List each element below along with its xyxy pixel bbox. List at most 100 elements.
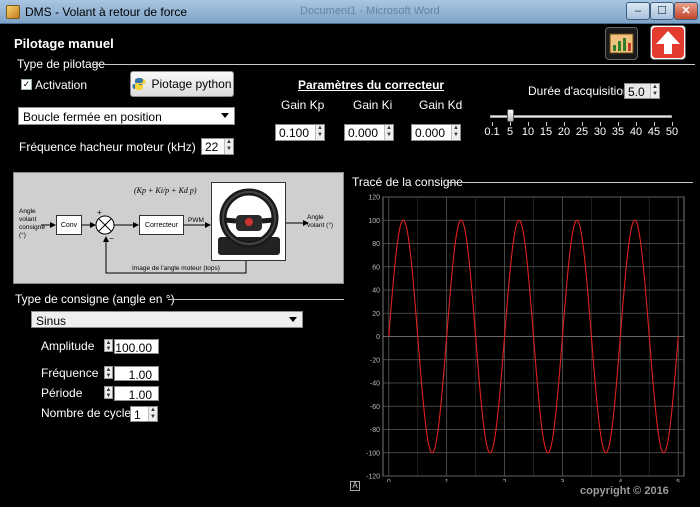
autoscale-button[interactable]: A (350, 481, 360, 491)
arrow-up-icon (652, 27, 684, 58)
y-tick-label: 100 (368, 218, 380, 225)
y-tick-label: -60 (370, 404, 380, 411)
pilotage-section-rule (92, 64, 695, 65)
slider-tick-label: 0.1 (484, 126, 500, 138)
slider-track (490, 115, 672, 118)
python-pilot-button[interactable]: Piotage python (130, 71, 234, 97)
frequence-label: Fréquence (41, 366, 99, 380)
consigne-plot[interactable]: 0 1 2 3 4 5 -120 -100 -80 -60 -40 -20 0 20 40 60 80 100 12… (353, 190, 693, 486)
y-tick-label: -20 (370, 357, 380, 364)
spinner-arrows-icon[interactable]: ▲ ▼ (148, 407, 157, 421)
cycles-value: 1 (134, 408, 141, 422)
minimize-button[interactable]: – (626, 2, 650, 20)
spinner-arrows-icon[interactable]: ▲ ▼ (224, 139, 233, 154)
y-tick-label: 60 (372, 264, 380, 271)
diagram-feedback-label: Image de l'angle moteur (tops) (132, 265, 220, 272)
y-tick-label: -100 (366, 450, 380, 457)
ki-spinner[interactable]: 0.000 ▲ ▼ (344, 124, 394, 141)
cycles-spinner[interactable]: 1 ▲ ▼ (130, 406, 158, 422)
x-tick-label: 0 (387, 479, 391, 482)
periode-input[interactable]: 1.00 (114, 386, 159, 402)
kp-value: 0.100 (279, 126, 310, 140)
python-icon (132, 78, 146, 90)
consigne-section-label: Type de consigne (angle en °) (15, 292, 175, 306)
consigne-section-rule (168, 299, 344, 300)
copyright-text: copyright © 2016 (580, 485, 669, 497)
amplitude-value: 100.00 (115, 341, 152, 355)
slider-tick-label: 30 (593, 126, 607, 138)
diagram-minus-sign: − (109, 234, 114, 243)
x-tick-label: 3 (560, 479, 564, 482)
freq-spinner[interactable]: 22 ▲ ▼ (201, 138, 234, 155)
chevron-down-icon (289, 317, 297, 322)
back-button[interactable] (650, 25, 686, 60)
acquisition-slider[interactable]: 0.1 5 10 15 20 25 30 35 40 45 50 (484, 106, 682, 146)
slider-tick-label: 15 (539, 126, 553, 138)
slider-thumb[interactable] (507, 109, 514, 122)
y-tick-label: 120 (368, 195, 380, 202)
spinner-arrows-icon[interactable]: ▲ ▼ (384, 125, 393, 140)
y-tick-label: 20 (372, 311, 380, 318)
acquisition-value: 5.0 (628, 85, 645, 99)
slider-tick-label: 20 (557, 126, 571, 138)
close-button[interactable]: ✕ (674, 2, 698, 20)
y-tick-label: 80 (372, 241, 380, 248)
slider-tick-label: 45 (647, 126, 661, 138)
frequence-input[interactable]: 1.00 (114, 366, 159, 382)
slider-tick-label: 50 (665, 126, 679, 138)
kp-label: Gain Kp (281, 98, 325, 112)
x-tick-label: 4 (618, 479, 622, 482)
y-tick-label: 0 (376, 334, 380, 341)
correcteur-title: Paramètres du correcteur (298, 78, 445, 92)
diagram-output-label: Angle volant (°) (307, 214, 334, 229)
pilotage-mode-select[interactable]: Boucle fermée en position (18, 107, 235, 125)
slider-tick-label: 35 (611, 126, 625, 138)
window-title: DMS - Volant à retour de force (25, 5, 188, 19)
kd-spinner[interactable]: 0.000 ▲ ▼ (411, 124, 461, 141)
export-chart-button[interactable] (605, 27, 638, 60)
kd-value: 0.000 (415, 126, 446, 140)
acquisition-spinner[interactable]: 5.0 ▲ ▼ (624, 83, 660, 99)
kd-label: Gain Kd (419, 98, 463, 112)
periode-label: Période (41, 386, 83, 400)
plot-svg: 0 1 2 3 4 5 -120 -100 -80 -60 -40 -20 0 20 40 60 80 100 12… (366, 195, 685, 486)
frequence-spinner-arrows[interactable]: ▲ ▼ (104, 366, 113, 379)
plot-section-rule (447, 182, 693, 183)
spinner-arrows-icon[interactable]: ▲ ▼ (650, 84, 659, 98)
kp-spinner[interactable]: 0.100 ▲ ▼ (275, 124, 325, 141)
activation-label: Activation (35, 78, 88, 92)
python-button-label: Piotage python (151, 77, 232, 91)
activation-checkbox[interactable]: ✓ (21, 79, 32, 90)
freq-label: Fréquence hacheur moteur (kHz) (19, 140, 196, 154)
consigne-type-value: Sinus (36, 314, 67, 328)
diagram-input-label: Angle volant consigne (°) (19, 208, 46, 239)
slider-tick-label: 10 (521, 126, 535, 138)
diagram-wheel-image (211, 182, 286, 261)
y-tick-label: 40 (372, 288, 380, 295)
amplitude-spinner-arrows[interactable]: ▲ ▼ (104, 339, 113, 352)
diagram-conv-block: Conv (56, 215, 82, 235)
diagram-formula: (Kp + Ki/p + Kd p) (134, 186, 197, 195)
amplitude-input[interactable]: 100.00 (114, 339, 159, 355)
background-window-title: Document1 - Microsoft Word (300, 5, 440, 17)
ki-label: Gain Ki (353, 98, 393, 112)
y-tick-label: -40 (370, 381, 380, 388)
slider-tick-label: 25 (575, 126, 589, 138)
acquisition-label: Durée d'acquisition (528, 84, 630, 98)
window-titlebar: DMS - Volant à retour de force Document1… (0, 0, 700, 24)
chart-icon (609, 33, 634, 54)
maximize-button[interactable]: ☐ (650, 2, 674, 20)
spinner-arrows-icon[interactable]: ▲ ▼ (451, 125, 460, 140)
periode-spinner-arrows[interactable]: ▲ ▼ (104, 386, 113, 399)
amplitude-label: Amplitude (41, 339, 95, 353)
periode-value: 1.00 (128, 388, 152, 402)
slider-tick-label: 40 (629, 126, 643, 138)
app-icon (6, 5, 20, 19)
diagram-correcteur-label: Correcteur (144, 221, 179, 229)
frequence-value: 1.00 (128, 368, 152, 382)
diagram-pwm-label: PWM (188, 217, 204, 224)
x-tick-label: 5 (676, 479, 680, 482)
chevron-down-icon (221, 113, 229, 118)
consigne-type-select[interactable]: Sinus (31, 311, 303, 328)
spinner-arrows-icon[interactable]: ▲ ▼ (315, 125, 324, 140)
